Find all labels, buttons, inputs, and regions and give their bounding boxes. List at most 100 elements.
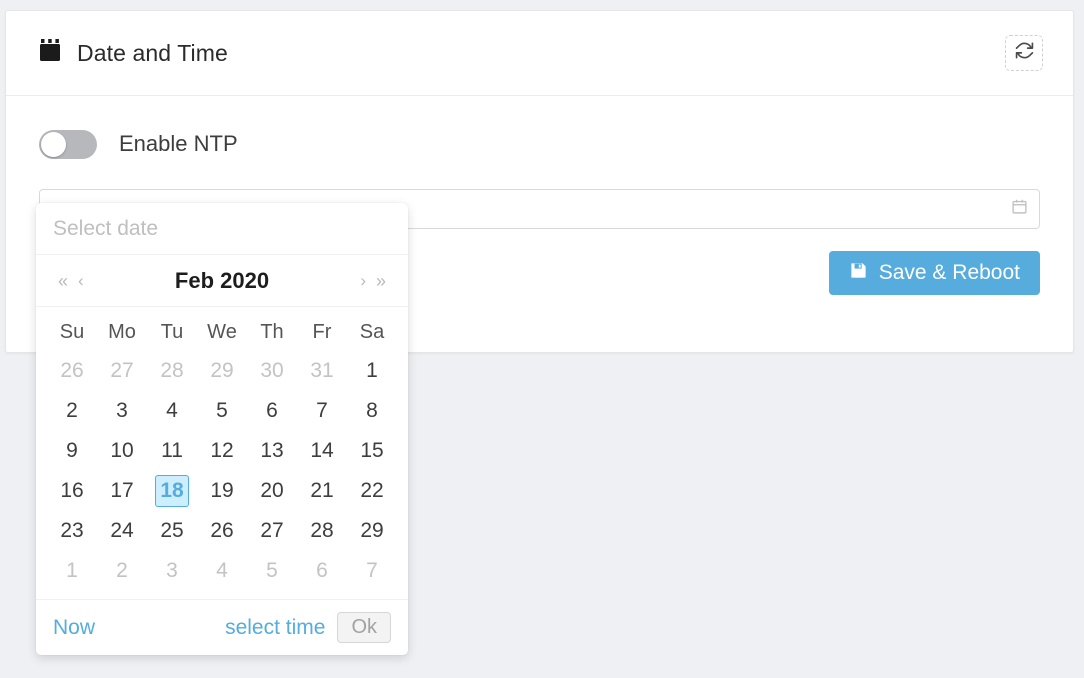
weekday-header: Sa <box>359 320 385 343</box>
calendar-day-cell[interactable]: 27 <box>97 351 147 391</box>
calendar-day-cell[interactable]: 5 <box>247 551 297 591</box>
calendar-day-label: 4 <box>216 559 228 582</box>
picker-search-field[interactable]: Select date <box>36 203 408 255</box>
calendar-day-label: 8 <box>366 399 378 422</box>
weekday-header: Fr <box>312 320 332 343</box>
calendar-icon[interactable] <box>1011 198 1028 220</box>
calendar-day-label: 7 <box>316 399 328 422</box>
calendar-grid: Su Mo Tu We Th Fr Sa 26 27 28 29 30 31 1 2 3 4 5 6 7 8 9 10 11… <box>47 313 397 591</box>
calendar-day-cell[interactable]: 30 <box>247 351 297 391</box>
date-picker-popup: Select date « ‹ Feb 2020 › » Su Mo Tu We Th F… <box>36 203 408 655</box>
calendar-day-cell[interactable]: 22 <box>347 471 397 511</box>
calendar-day-cell[interactable]: 1 <box>347 351 397 391</box>
enable-ntp-toggle[interactable] <box>39 129 97 159</box>
calendar-day-label: 25 <box>160 519 184 542</box>
calendar-day-cell[interactable]: 7 <box>297 391 347 431</box>
calendar-day-cell[interactable]: 26 <box>47 351 97 391</box>
calendar-day-label: 2 <box>116 559 128 582</box>
calendar-day-cell[interactable]: 29 <box>347 511 397 551</box>
calendar-day-cell[interactable]: 29 <box>197 351 247 391</box>
calendar-week-row: 23 24 25 26 27 28 29 <box>47 511 397 551</box>
calendar-day-cell[interactable]: 10 <box>97 431 147 471</box>
prev-year-button[interactable]: « <box>53 272 73 290</box>
calendar-day-label: 5 <box>266 559 278 582</box>
calendar-day-cell[interactable]: 6 <box>247 391 297 431</box>
calendar-day-cell[interactable]: 16 <box>47 471 97 511</box>
calendar-day-label: 17 <box>110 479 134 502</box>
calendar-day-cell[interactable]: 5 <box>197 391 247 431</box>
calendar-day-cell[interactable]: 31 <box>297 351 347 391</box>
calendar-day-cell[interactable]: 6 <box>297 551 347 591</box>
refresh-icon <box>1015 41 1034 65</box>
calendar-day-label: 10 <box>110 439 134 462</box>
calendar-day-cell[interactable]: 4 <box>147 391 197 431</box>
now-link[interactable]: Now <box>53 616 225 640</box>
calendar-day-cell[interactable]: 17 <box>97 471 147 511</box>
picker-month-label[interactable]: Feb 2020 <box>89 268 356 294</box>
calendar-day-label: 23 <box>60 519 84 542</box>
save-icon <box>849 261 868 286</box>
calendar-day-cell[interactable]: 7 <box>347 551 397 591</box>
calendar-day-cell[interactable]: 26 <box>197 511 247 551</box>
save-button-label: Save & Reboot <box>878 261 1020 284</box>
calendar-day-label: 2 <box>66 399 78 422</box>
calendar-day-cell[interactable]: 3 <box>147 551 197 591</box>
calendar-day-cell[interactable]: 28 <box>147 351 197 391</box>
calendar-day-cell[interactable]: 8 <box>347 391 397 431</box>
calendar-day-cell-today[interactable]: 18 <box>147 471 197 511</box>
page-title: Date and Time <box>77 39 228 66</box>
calendar-day-cell[interactable]: 12 <box>197 431 247 471</box>
calendar-day-label: 24 <box>110 519 134 542</box>
calendar-day-cell[interactable]: 20 <box>247 471 297 511</box>
calendar-day-cell[interactable]: 14 <box>297 431 347 471</box>
calendar-week-row: 9 10 11 12 13 14 15 <box>47 431 397 471</box>
calendar-day-label: 6 <box>266 399 278 422</box>
calendar-day-label: 5 <box>216 399 228 422</box>
toggle-knob <box>41 131 66 157</box>
calendar-day-label: 12 <box>210 439 234 462</box>
calendar-day-cell[interactable]: 27 <box>247 511 297 551</box>
calendar-day-cell[interactable]: 2 <box>47 391 97 431</box>
calendar-day-cell[interactable]: 24 <box>97 511 147 551</box>
calendar-day-cell[interactable]: 19 <box>197 471 247 511</box>
calendar-day-label: 15 <box>360 439 384 462</box>
calendar-day-label: 29 <box>210 359 234 382</box>
calendar-day-cell[interactable]: 13 <box>247 431 297 471</box>
calendar-day-cell[interactable]: 4 <box>197 551 247 591</box>
calendar-day-cell[interactable]: 2 <box>97 551 147 591</box>
calendar-day-label: 14 <box>310 439 334 462</box>
calendar-day-label: 27 <box>110 359 134 382</box>
prev-month-button[interactable]: ‹ <box>73 272 89 289</box>
refresh-button[interactable] <box>1005 35 1043 71</box>
ok-button[interactable]: Ok <box>337 612 391 643</box>
calendar-day-label: 28 <box>160 359 184 382</box>
weekday-header-row: Su Mo Tu We Th Fr Sa <box>47 313 397 351</box>
calendar-day-label: 29 <box>360 519 384 542</box>
enable-ntp-label: Enable NTP <box>119 131 238 156</box>
calendar-day-cell[interactable]: 3 <box>97 391 147 431</box>
calendar-day-label: 1 <box>366 359 378 382</box>
select-time-link[interactable]: select time <box>225 616 325 640</box>
calendar-day-label: 9 <box>66 439 78 462</box>
calendar-day-cell[interactable]: 21 <box>297 471 347 511</box>
calendar-day-cell[interactable]: 23 <box>47 511 97 551</box>
picker-footer: Now select time Ok <box>36 599 408 655</box>
save-and-reboot-button[interactable]: Save & Reboot <box>828 251 1040 295</box>
calendar-day-label: 4 <box>166 399 178 422</box>
calendar-day-cell[interactable]: 9 <box>47 431 97 471</box>
calendar-icon <box>39 38 61 68</box>
calendar-day-cell[interactable]: 28 <box>297 511 347 551</box>
calendar-day-label: 1 <box>66 559 78 582</box>
next-month-button[interactable]: › <box>355 272 371 289</box>
calendar-day-label: 30 <box>260 359 284 382</box>
calendar-day-cell[interactable]: 15 <box>347 431 397 471</box>
calendar-day-cell[interactable]: 1 <box>47 551 97 591</box>
calendar-week-row: 1 2 3 4 5 6 7 <box>47 551 397 591</box>
calendar-day-label: 18 <box>155 475 189 507</box>
calendar-day-cell[interactable]: 11 <box>147 431 197 471</box>
calendar-day-label: 6 <box>316 559 328 582</box>
card-header: Date and Time <box>6 11 1073 96</box>
calendar-day-label: 7 <box>366 559 378 582</box>
next-year-button[interactable]: » <box>371 272 391 290</box>
calendar-day-cell[interactable]: 25 <box>147 511 197 551</box>
